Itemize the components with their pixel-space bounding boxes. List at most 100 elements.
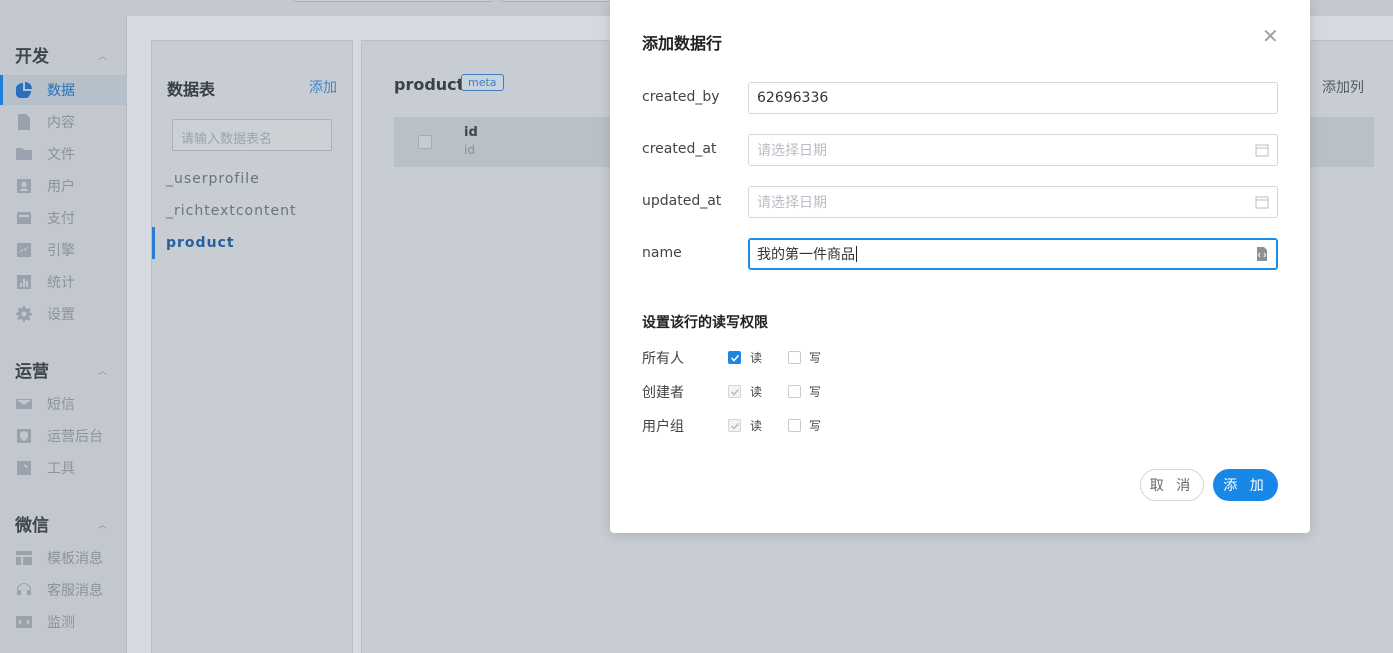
created-by-input[interactable]: 62696336 bbox=[748, 82, 1278, 114]
sidebar-item-label: 内容 bbox=[47, 115, 75, 131]
sidebar-item-monitor[interactable]: 监测 bbox=[0, 607, 127, 637]
sidebar-item-template-msg[interactable]: 模板消息 bbox=[0, 543, 127, 573]
meta-badge[interactable]: meta bbox=[461, 74, 504, 91]
sidebar-item-engine[interactable]: 引擎 bbox=[0, 235, 127, 265]
sidebar-item-label: 统计 bbox=[47, 275, 75, 291]
sidebar-item-service-msg[interactable]: 客服消息 bbox=[0, 575, 127, 605]
headset-icon bbox=[16, 582, 32, 598]
write-label: 写 bbox=[809, 351, 822, 365]
sidebar-item-data[interactable]: 数据 bbox=[0, 75, 127, 105]
folder-icon bbox=[16, 146, 32, 162]
input-placeholder: 请选择日期 bbox=[757, 195, 827, 211]
write-checkbox[interactable] bbox=[788, 385, 801, 398]
add-column-link[interactable]: 添加列 bbox=[1322, 77, 1364, 97]
permission-role: 所有人 bbox=[642, 351, 684, 367]
sidebar-item-content[interactable]: 内容 bbox=[0, 107, 127, 137]
sidebar-item-label: 引擎 bbox=[47, 243, 75, 259]
section-title-ops[interactable]: 运营 bbox=[15, 357, 49, 382]
sidebar-item-ops-admin[interactable]: 运营后台 bbox=[0, 421, 127, 451]
name-textarea[interactable]: 我的第一件商品 bbox=[748, 238, 1278, 270]
write-checkbox[interactable] bbox=[788, 419, 801, 432]
sidebar-item-label: 客服消息 bbox=[47, 583, 103, 599]
permission-role: 用户组 bbox=[642, 419, 684, 435]
read-checkbox bbox=[728, 385, 741, 398]
sidebar-item-label: 运营后台 bbox=[47, 429, 103, 445]
write-label: 写 bbox=[809, 419, 822, 433]
sidebar-item-label: 模板消息 bbox=[47, 551, 103, 567]
calendar-icon bbox=[1255, 196, 1269, 209]
sidebar-item-sms[interactable]: 短信 bbox=[0, 389, 127, 419]
sidebar-item-label: 短信 bbox=[47, 397, 75, 413]
sidebar-item-label: 支付 bbox=[47, 211, 75, 227]
tables-panel-title: 数据表 bbox=[167, 80, 216, 99]
field-label: created_by bbox=[642, 89, 720, 105]
select-all-checkbox[interactable] bbox=[418, 135, 432, 149]
read-checkbox bbox=[728, 419, 741, 432]
cancel-button[interactable]: 取 消 bbox=[1140, 469, 1204, 501]
sidebar-item-label: 文件 bbox=[47, 147, 75, 163]
table-list-item[interactable]: _userprofile bbox=[166, 171, 260, 187]
field-label: updated_at bbox=[642, 193, 722, 209]
document-icon bbox=[16, 114, 32, 130]
write-label: 写 bbox=[809, 385, 822, 399]
sidebar-item-settings[interactable]: 设置 bbox=[0, 299, 127, 329]
column-header-type: id bbox=[464, 143, 475, 157]
text-caret bbox=[856, 246, 857, 262]
permission-role: 创建者 bbox=[642, 385, 684, 401]
sidebar-item-label: 用户 bbox=[47, 179, 75, 195]
created-at-date-picker[interactable]: 请选择日期 bbox=[748, 134, 1278, 166]
top-select-field[interactable] bbox=[500, 0, 610, 2]
submit-add-button[interactable]: 添 加 bbox=[1213, 469, 1278, 501]
sidebar-item-users[interactable]: 用户 bbox=[0, 171, 127, 201]
chevron-up-icon[interactable]: ︿ bbox=[98, 364, 107, 377]
table-title: product bbox=[394, 75, 465, 94]
input-value: 62696336 bbox=[757, 90, 829, 106]
read-label: 读 bbox=[750, 419, 763, 433]
permission-row: 用户组 读 写 bbox=[642, 416, 942, 436]
chevron-up-icon[interactable]: ︿ bbox=[98, 518, 107, 531]
read-checkbox[interactable] bbox=[728, 351, 741, 364]
updated-at-date-picker[interactable]: 请选择日期 bbox=[748, 186, 1278, 218]
sidebar: 开发 ︿ 数据 内容 文件 用户 支付 引擎 统计 设置 运营 ︿ 短信 运营后… bbox=[0, 16, 127, 653]
add-table-link[interactable]: 添加 bbox=[309, 77, 337, 97]
sidebar-item-label: 工具 bbox=[47, 461, 75, 477]
section-title-dev[interactable]: 开发 bbox=[15, 42, 49, 67]
field-label: name bbox=[642, 245, 682, 261]
read-label: 读 bbox=[750, 385, 763, 399]
sidebar-item-label: 监测 bbox=[47, 615, 75, 631]
trend-chart-icon bbox=[16, 242, 32, 258]
chevron-up-icon[interactable]: ︿ bbox=[98, 49, 107, 62]
permission-row: 所有人 读 写 bbox=[642, 348, 942, 368]
sidebar-item-stats[interactable]: 统计 bbox=[0, 267, 127, 297]
tables-panel: 数据表 添加 请输入数据表名 _userprofile _richtextcon… bbox=[151, 40, 353, 653]
section-title-wechat[interactable]: 微信 bbox=[15, 511, 49, 536]
template-icon bbox=[16, 550, 32, 566]
table-list-item[interactable]: _richtextcontent bbox=[166, 203, 296, 219]
close-icon[interactable]: ✕ bbox=[1262, 24, 1279, 48]
shield-icon bbox=[16, 428, 32, 444]
sidebar-item-payment[interactable]: 支付 bbox=[0, 203, 127, 233]
table-list-item-active[interactable]: product bbox=[152, 227, 235, 259]
sidebar-item-files[interactable]: 文件 bbox=[0, 139, 127, 169]
gear-icon bbox=[16, 306, 32, 322]
input-placeholder: 请选择日期 bbox=[757, 143, 827, 159]
sidebar-item-label: 数据 bbox=[47, 83, 75, 99]
code-icon bbox=[16, 614, 32, 630]
permission-row: 创建者 读 写 bbox=[642, 382, 942, 402]
column-header-name[interactable]: id bbox=[464, 125, 478, 140]
calendar-icon bbox=[1255, 144, 1269, 157]
read-label: 读 bbox=[750, 351, 763, 365]
write-checkbox[interactable] bbox=[788, 351, 801, 364]
field-label: created_at bbox=[642, 141, 717, 157]
sidebar-item-tools[interactable]: 工具 bbox=[0, 453, 127, 483]
user-card-icon bbox=[16, 178, 32, 194]
table-search-input[interactable]: 请输入数据表名 bbox=[172, 119, 332, 151]
input-value: 我的第一件商品 bbox=[757, 247, 855, 263]
bar-chart-icon bbox=[16, 274, 32, 290]
code-file-icon[interactable] bbox=[1255, 247, 1269, 261]
permissions-title: 设置该行的读写权限 bbox=[642, 315, 768, 331]
top-search-field[interactable] bbox=[293, 0, 493, 2]
wallet-icon bbox=[16, 210, 32, 226]
mail-icon bbox=[16, 396, 32, 412]
wrench-icon bbox=[16, 460, 32, 476]
